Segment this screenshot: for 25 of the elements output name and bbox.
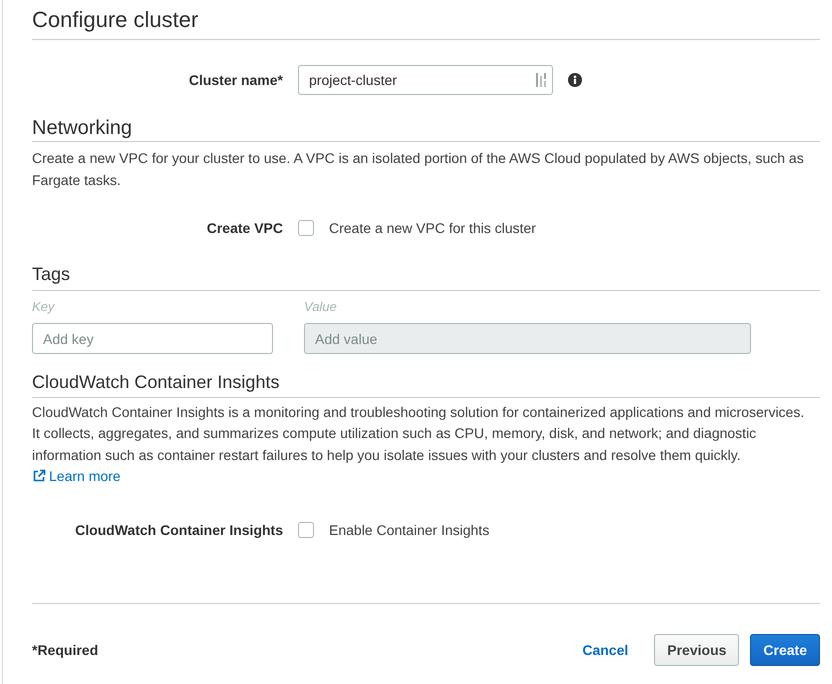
bars-icon[interactable] bbox=[536, 72, 546, 88]
checkbox-label: Enable Container Insights bbox=[329, 521, 490, 540]
external-link-icon bbox=[32, 468, 46, 483]
field-label: Create VPC bbox=[206, 219, 283, 238]
column-label: Key bbox=[32, 298, 56, 316]
page-title: Configure cluster bbox=[32, 6, 820, 40]
required-note: *Required bbox=[32, 642, 100, 658]
section-description: Create a new VPC for your cluster to use. A VPC is an isolated portion of the AWS Cloud populated by AWS objects, such as Fargate tasks. bbox=[32, 149, 805, 190]
section-heading: Networking bbox=[32, 115, 820, 142]
column-label: Value bbox=[304, 298, 338, 316]
section-heading: Tags bbox=[32, 262, 820, 291]
cancel-link[interactable]: Cancel bbox=[582, 634, 628, 666]
learn-more-link[interactable]: Learn more bbox=[32, 468, 121, 484]
field-label: CloudWatch Container Insights bbox=[74, 521, 283, 540]
checkbox[interactable] bbox=[298, 220, 314, 236]
previous-button[interactable]: Previous bbox=[654, 634, 740, 666]
cluster-name-input[interactable]: project-cluster bbox=[298, 65, 553, 95]
section-heading: CloudWatch Container Insights bbox=[32, 370, 820, 398]
checkbox-label: Create a new VPC for this cluster bbox=[329, 219, 536, 238]
info-icon[interactable] bbox=[568, 73, 582, 87]
section-description: CloudWatch Container Insights is a monitoring and troubleshooting solution for containerized applications and microservices. It collects, aggregates, and summarizes compute utilization such as CPU, memory, disk, and network; and diagnostic information such as container restart failures to help you isolate issues with your clusters and resolve them quickly. Learn more bbox=[32, 403, 806, 486]
field-label: Cluster name* bbox=[188, 71, 283, 90]
checkbox[interactable] bbox=[298, 522, 314, 538]
create-button[interactable]: Create bbox=[750, 634, 820, 666]
key-input[interactable]: Add key bbox=[32, 323, 273, 354]
